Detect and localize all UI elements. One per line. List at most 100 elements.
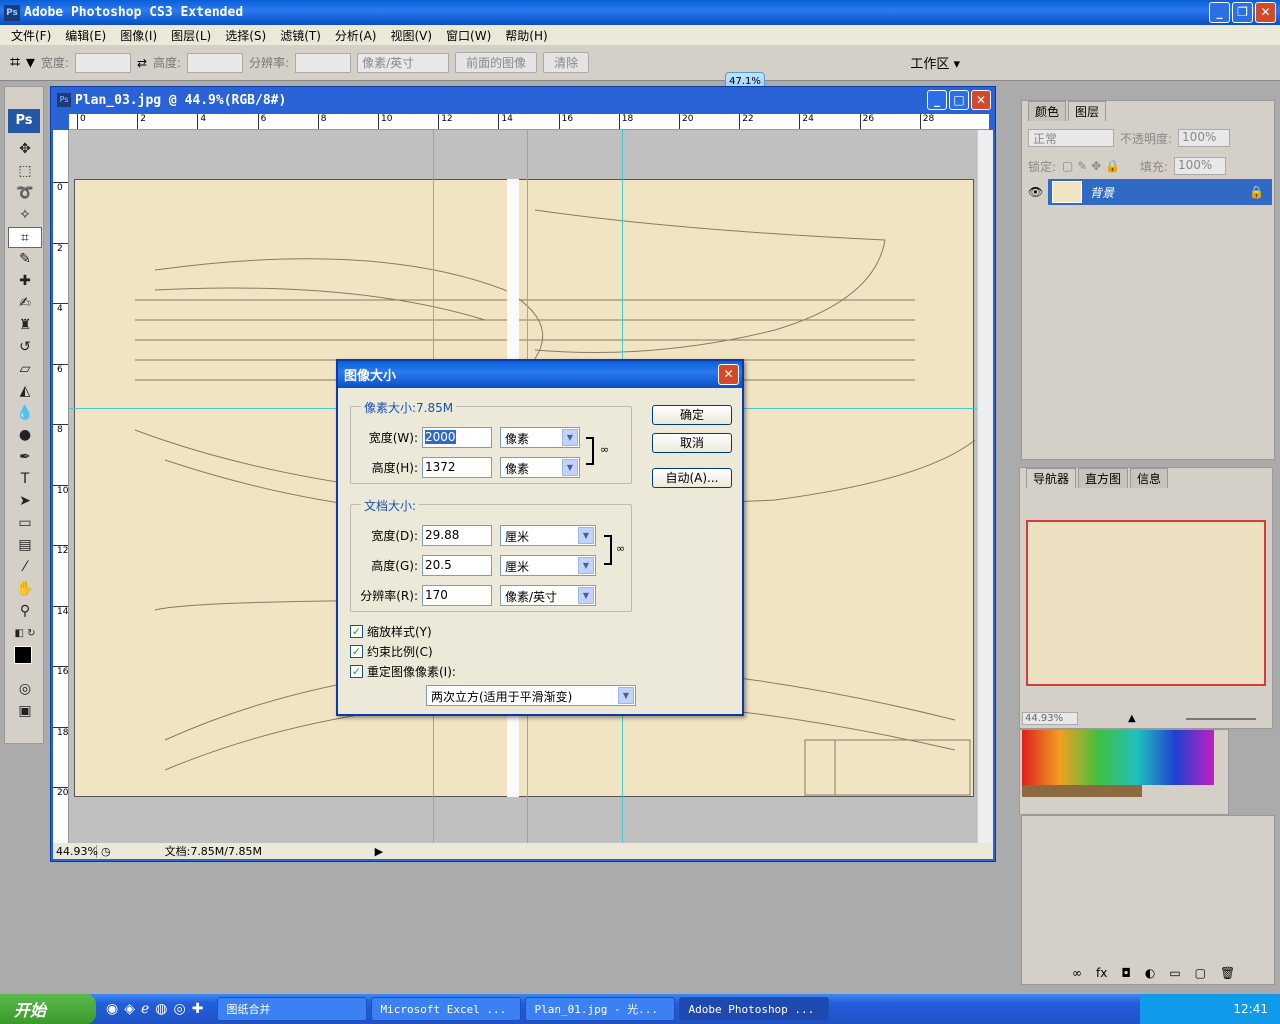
status-icon[interactable]: ◷ [97,845,115,858]
eye-icon[interactable]: 👁 [1028,185,1043,199]
type-tool-icon[interactable]: T [8,469,42,490]
pixel-height-unit-select[interactable]: 像素 ▼ [500,457,580,478]
menu-window[interactable]: 窗口(W) [439,27,498,44]
screen-mode-icon[interactable]: ▣ [8,701,42,722]
tab-navigator[interactable]: 导航器 [1026,468,1077,488]
brush-tool-icon[interactable]: ✍ [8,293,42,314]
opacity-input[interactable]: 100% [1178,129,1231,147]
auto-button[interactable]: 自动(A)... [652,468,732,488]
constrain-proportions-checkbox[interactable]: ✓ 约束比例(C) [350,643,433,660]
ok-button[interactable]: 确定 [652,405,732,425]
stamp-tool-icon[interactable]: ♜ [8,315,42,336]
resolution-input[interactable] [295,52,352,73]
tab-histogram[interactable]: 直方图 [1078,468,1129,488]
zoom-slider[interactable] [1185,717,1256,720]
swap-icon[interactable]: ⇄ [137,56,147,70]
lasso-tool-icon[interactable]: ➰ [8,183,42,204]
history-brush-icon[interactable]: ↺ [8,337,42,358]
menu-select[interactable]: 选择(S) [218,27,273,44]
quicklaunch-icon[interactable]: ✚ [192,1001,204,1017]
shape-tool-icon[interactable]: ▭ [8,513,42,534]
new-layer-icon[interactable]: ▢ [1195,966,1206,980]
pixel-width-unit-select[interactable]: 像素 ▼ [500,427,580,448]
path-select-icon[interactable]: ➤ [8,491,42,512]
quicklaunch-icon[interactable]: ◎ [174,1001,186,1017]
group-icon[interactable]: ▭ [1169,966,1180,980]
menu-layer[interactable]: 图层(L) [164,27,218,44]
swap-colors-icon[interactable]: ◧ ↻ [8,623,42,644]
doc-close-button[interactable]: ✕ [971,90,991,110]
adjustment-icon[interactable]: ◐ [1145,966,1155,980]
bucket-tool-icon[interactable]: ◭ [8,381,42,402]
taskbar-item-photoshop[interactable]: Adobe Photoshop ... [679,997,830,1021]
swatch-grid[interactable] [1022,730,1222,800]
taskbar-item-plan01[interactable]: Plan_01.jpg - 光... [525,997,676,1021]
resolution-unit-select[interactable]: 像素/英寸 [357,52,450,73]
doc-height-input[interactable]: 20.5 [422,555,492,576]
color-swatch-icon[interactable] [8,646,42,678]
clear-button[interactable]: 清除 [543,52,590,73]
pen-tool-icon[interactable]: ✒ [8,447,42,468]
clock[interactable]: 12:41 [1233,1002,1268,1016]
mask-icon[interactable]: ◘ [1121,966,1131,980]
start-button[interactable]: 开始 [0,994,96,1024]
dialog-close-button[interactable]: ✕ [718,364,739,385]
doc-width-input[interactable]: 29.88 [422,525,492,546]
menu-image[interactable]: 图像(I) [113,27,164,44]
zoom-tool-icon[interactable]: ⚲ [8,601,42,622]
doc-maximize-button[interactable]: □ [949,90,969,110]
healing-brush-icon[interactable]: ✚ [8,271,42,292]
notes-tool-icon[interactable]: ▤ [8,535,42,556]
blend-mode-select[interactable]: 正常 [1028,129,1114,147]
move-tool-icon[interactable]: ✥ [8,139,42,160]
front-image-button[interactable]: 前面的图像 [455,52,538,73]
doc-minimize-button[interactable]: _ [927,90,947,110]
crop-tool-icon[interactable]: ⌗ [8,227,42,248]
menu-edit[interactable]: 编辑(E) [58,27,113,44]
restore-button[interactable]: ❐ [1232,2,1253,23]
quicklaunch-icon[interactable]: ℯ [141,1001,149,1017]
pixel-height-input[interactable]: 1372 [422,457,492,478]
eyedropper-icon[interactable]: ⁄ [8,557,42,578]
navigator-zoom[interactable]: 44.93% [1022,712,1078,725]
doc-height-unit-select[interactable]: 厘米 ▼ [500,555,596,576]
minimize-button[interactable]: _ [1209,2,1230,23]
cancel-button[interactable]: 取消 [652,433,732,453]
status-arrow-icon[interactable]: ▶ [375,845,383,858]
crop-tool-icon[interactable]: ⌗ ▾ [10,52,35,73]
lock-icons[interactable]: ▢ ✎ ✥ 🔒 [1062,159,1120,173]
dodge-tool-icon[interactable]: ● [8,425,42,446]
tab-info[interactable]: 信息 [1130,468,1169,488]
hand-tool-icon[interactable]: ✋ [8,579,42,600]
pixel-width-input[interactable]: 2000 [422,427,492,448]
workspace-menu[interactable]: 工作区 ▾ [910,53,960,72]
magic-wand-icon[interactable]: ✧ [8,205,42,226]
doc-width-unit-select[interactable]: 厘米 ▼ [500,525,596,546]
eraser-tool-icon[interactable]: ▱ [8,359,42,380]
vertical-scrollbar[interactable] [977,130,993,843]
fx-icon[interactable]: fx [1096,966,1107,980]
resolution-input[interactable]: 170 [422,585,492,606]
menu-help[interactable]: 帮助(H) [498,27,554,44]
quicklaunch-icon[interactable]: ◉ [106,1001,118,1017]
link-layers-icon[interactable]: ∞ [1072,966,1082,980]
navigator-preview[interactable] [1026,520,1266,686]
height-input[interactable] [187,52,244,73]
taskbar-item-excel[interactable]: Microsoft Excel ... [371,997,522,1021]
quicklaunch-icon[interactable]: ◍ [155,1001,167,1017]
trash-icon[interactable]: 🗑 [1220,966,1235,980]
blur-tool-icon[interactable]: 💧 [8,403,42,424]
menu-analysis[interactable]: 分析(A) [328,27,384,44]
tab-layers[interactable]: 图层 [1068,101,1107,121]
close-button[interactable]: ✕ [1255,2,1276,23]
zoom-level[interactable]: 44.93% [53,844,98,858]
fill-input[interactable]: 100% [1173,157,1226,175]
resample-method-select[interactable]: 两次立方(适用于平滑渐变) ▼ [426,685,636,706]
resolution-unit-select[interactable]: 像素/英寸 ▼ [500,585,596,606]
width-input[interactable] [74,52,131,73]
slice-tool-icon[interactable]: ✎ [8,249,42,270]
menu-file[interactable]: 文件(F) [4,27,58,44]
tab-color[interactable]: 颜色 [1028,101,1067,121]
menu-view[interactable]: 视图(V) [383,27,439,44]
resample-checkbox[interactable]: ✓ 重定图像像素(I): [350,663,456,680]
